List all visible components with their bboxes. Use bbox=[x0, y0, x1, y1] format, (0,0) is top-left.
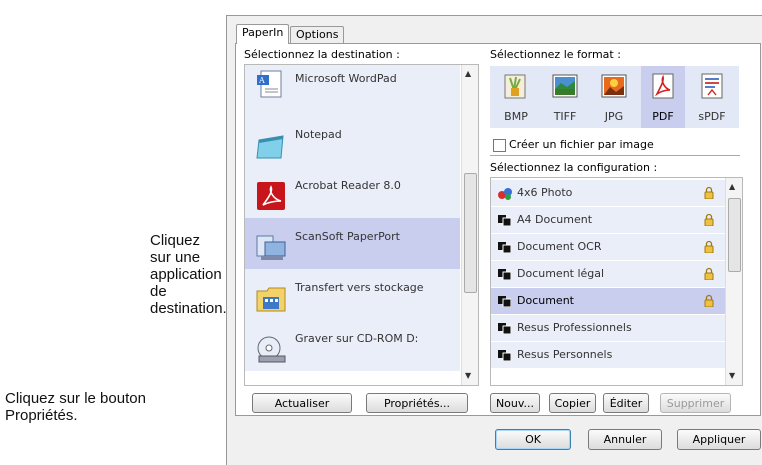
callout-properties: Cliquez sur le bouton Propriétés. bbox=[5, 390, 146, 424]
destination-list: A Microsoft WordPad Notepad Acrobat Read… bbox=[244, 64, 479, 386]
cancel-button[interactable]: Annuler bbox=[588, 429, 662, 450]
document-config-icon bbox=[498, 269, 511, 280]
delete-config-button[interactable]: Supprimer bbox=[660, 393, 731, 413]
lock-icon bbox=[704, 186, 714, 199]
scroll-up-icon[interactable]: ▲ bbox=[465, 69, 471, 78]
scroll-thumb[interactable] bbox=[728, 198, 741, 272]
config-item-label: 4x6 Photo bbox=[517, 186, 573, 199]
document-config-icon bbox=[498, 215, 511, 226]
config-item[interactable]: 4x6 Photo bbox=[491, 180, 726, 206]
document-config-icon bbox=[498, 242, 511, 253]
photo-config-icon bbox=[498, 188, 512, 200]
notepad-icon bbox=[256, 135, 284, 159]
scroll-down-icon[interactable]: ▼ bbox=[465, 371, 471, 380]
config-item-label: A4 Document bbox=[517, 213, 593, 226]
scan-dialog: PaperIn Options Sélectionnez la destinat… bbox=[226, 15, 762, 465]
tiff-icon bbox=[552, 74, 578, 98]
one-file-per-image-checkbox[interactable] bbox=[493, 139, 506, 152]
format-pdf[interactable]: PDF bbox=[641, 66, 685, 128]
destination-item-label: Transfert vers stockage bbox=[295, 281, 424, 294]
destination-item-label: Microsoft WordPad bbox=[295, 72, 397, 85]
destination-item-acrobat[interactable]: Acrobat Reader 8.0 bbox=[245, 167, 460, 218]
ok-button[interactable]: OK bbox=[495, 429, 571, 450]
apply-button[interactable]: Appliquer bbox=[677, 429, 761, 450]
format-spdf[interactable]: sPDF bbox=[690, 66, 734, 128]
tab-options[interactable]: Options bbox=[290, 26, 345, 43]
format-label-text: PDF bbox=[652, 110, 674, 123]
tab-paperin[interactable]: PaperIn bbox=[236, 24, 290, 44]
format-jpg[interactable]: JPG bbox=[592, 66, 636, 128]
format-label-text: TIFF bbox=[553, 110, 577, 123]
spdf-icon bbox=[701, 73, 723, 99]
lock-icon bbox=[704, 267, 714, 280]
paperport-icon bbox=[256, 235, 286, 260]
bmp-icon bbox=[504, 74, 526, 99]
config-item[interactable]: Document bbox=[491, 288, 726, 314]
copy-config-button[interactable]: Copier bbox=[549, 393, 596, 413]
acrobat-icon bbox=[257, 182, 285, 210]
destination-scrollbar[interactable]: ▲ ▼ bbox=[461, 65, 478, 385]
separator bbox=[490, 155, 740, 156]
config-item-label: Resus Personnels bbox=[517, 348, 613, 361]
document-config-icon bbox=[498, 296, 511, 307]
lock-icon bbox=[704, 240, 714, 253]
format-label-text: sPDF bbox=[698, 110, 726, 123]
one-file-per-image-label: Créer un fichier par image bbox=[509, 138, 654, 151]
callout-destination: Cliquez sur une application de destinati… bbox=[150, 232, 227, 317]
svg-text:A: A bbox=[258, 76, 265, 85]
format-label-text: BMP bbox=[504, 110, 528, 123]
configuration-list: 4x6 Photo A4 Document Document OCR Docum… bbox=[490, 177, 743, 386]
destination-item-storage[interactable]: Transfert vers stockage bbox=[245, 269, 460, 320]
new-config-button[interactable]: Nouv... bbox=[490, 393, 540, 413]
cd-burn-icon bbox=[257, 336, 286, 363]
destination-item-label: Notepad bbox=[295, 128, 342, 141]
format-label: Sélectionnez le format : bbox=[490, 48, 621, 61]
destination-item-notepad[interactable]: Notepad bbox=[245, 116, 460, 167]
config-item-label: Document légal bbox=[517, 267, 605, 280]
format-tiff[interactable]: TIFF bbox=[543, 66, 587, 128]
config-item-label: Document OCR bbox=[517, 240, 602, 253]
config-item-label: Resus Professionnels bbox=[517, 321, 632, 334]
destination-label: Sélectionnez la destination : bbox=[244, 48, 400, 61]
scroll-up-icon[interactable]: ▲ bbox=[729, 182, 735, 191]
tab-panel: Sélectionnez la destination : A Microsof… bbox=[235, 43, 761, 416]
config-item[interactable]: Resus Personnels bbox=[491, 342, 726, 368]
scroll-thumb[interactable] bbox=[464, 173, 477, 293]
lock-icon bbox=[704, 294, 714, 307]
destination-item-paperport[interactable]: ScanSoft PaperPort bbox=[245, 218, 460, 269]
destination-item-wordpad[interactable]: A Microsoft WordPad bbox=[245, 65, 460, 116]
configuration-label: Sélectionnez la configuration : bbox=[490, 161, 658, 174]
lock-icon bbox=[704, 213, 714, 226]
document-config-icon bbox=[498, 350, 511, 361]
jpg-icon bbox=[601, 74, 627, 98]
refresh-button[interactable]: Actualiser bbox=[252, 393, 352, 413]
wordpad-icon: A bbox=[257, 70, 282, 98]
edit-config-button[interactable]: Éditer bbox=[603, 393, 649, 413]
format-bmp[interactable]: BMP bbox=[494, 66, 538, 128]
document-config-icon bbox=[498, 323, 511, 334]
scroll-down-icon[interactable]: ▼ bbox=[729, 371, 735, 380]
destination-item-label: Acrobat Reader 8.0 bbox=[295, 179, 401, 192]
config-item[interactable]: Document légal bbox=[491, 261, 726, 287]
format-label-text: JPG bbox=[604, 110, 624, 123]
configuration-scrollbar[interactable]: ▲ ▼ bbox=[725, 178, 742, 385]
config-item[interactable]: Document OCR bbox=[491, 234, 726, 260]
destination-item-cdrom[interactable]: Graver sur CD-ROM D: bbox=[245, 320, 460, 371]
destination-item-label: ScanSoft PaperPort bbox=[295, 230, 400, 243]
storage-folder-icon bbox=[256, 287, 286, 312]
properties-button[interactable]: Propriétés... bbox=[366, 393, 468, 413]
config-item[interactable]: A4 Document bbox=[491, 207, 726, 233]
config-item-label: Document bbox=[517, 294, 574, 307]
pdf-icon bbox=[652, 73, 674, 99]
config-item[interactable]: Resus Professionnels bbox=[491, 315, 726, 341]
format-selector: BMP TIFF JPG PDF sPDF bbox=[490, 66, 739, 128]
destination-item-label: Graver sur CD-ROM D: bbox=[295, 332, 419, 345]
